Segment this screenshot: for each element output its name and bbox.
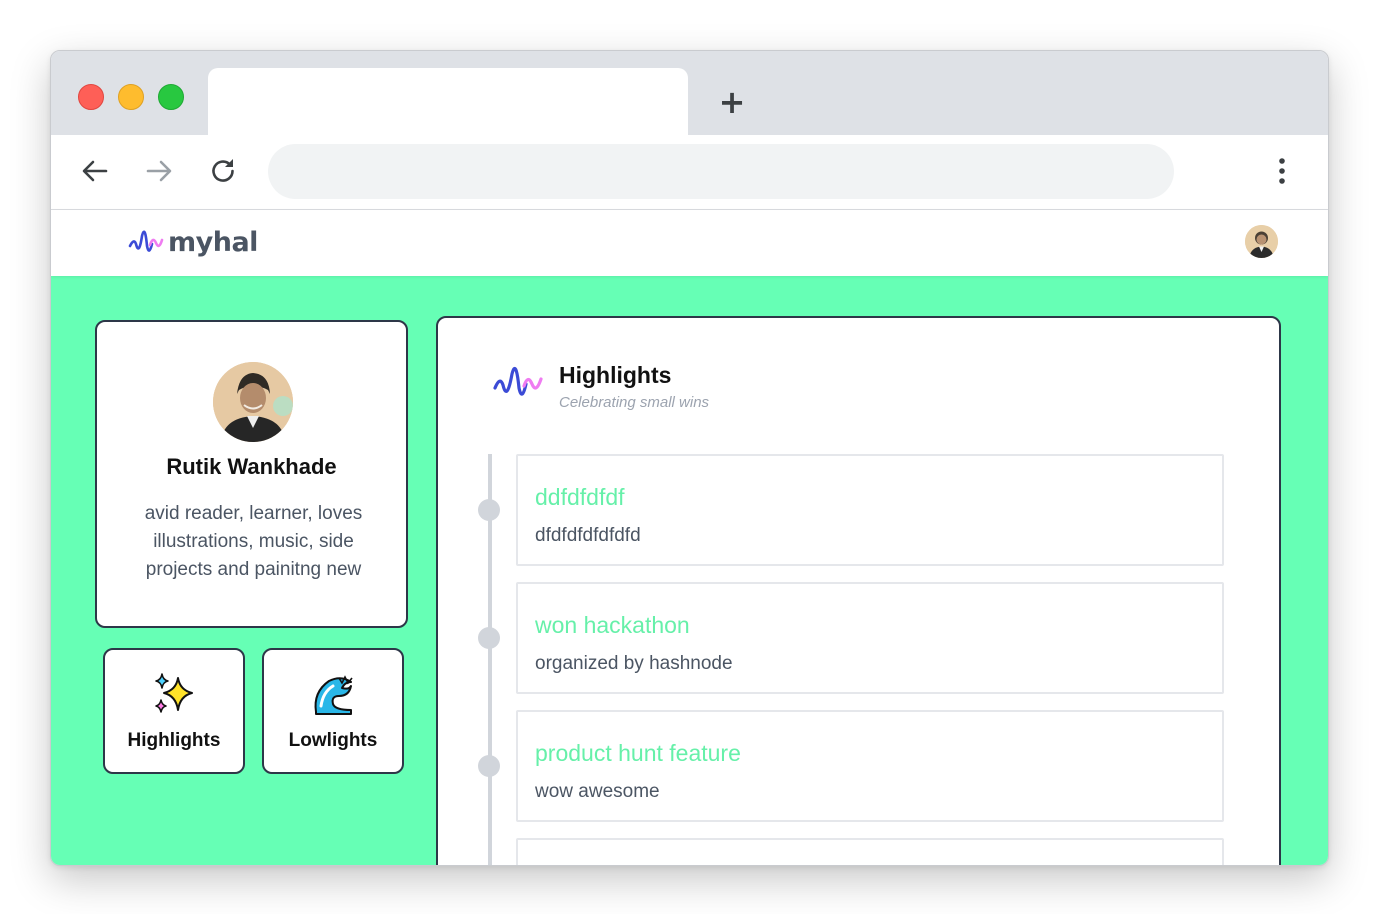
entry-description: organized by hashnode (535, 653, 733, 674)
highlights-card-button[interactable]: Highlights (103, 648, 245, 774)
profile-photo (213, 362, 293, 442)
panel-subtitle: Celebrating small wins (559, 394, 710, 411)
app-header: myhal (51, 210, 1328, 276)
browser-window: + myhal Rutik Wankhade avid reader, lear… (50, 50, 1329, 866)
timeline-dot (478, 499, 500, 521)
user-avatar-image (1245, 225, 1278, 258)
forward-arrow-icon (146, 160, 172, 182)
timeline-entry[interactable] (516, 838, 1224, 865)
highlights-card-label: Highlights (127, 730, 221, 751)
wave-icon (314, 675, 353, 715)
browser-menu-button[interactable] (1269, 155, 1295, 187)
active-tab[interactable] (208, 68, 688, 135)
address-bar[interactable] (268, 144, 1174, 199)
maximize-window-button[interactable] (158, 84, 184, 110)
profile-name: Rutik Wankhade (166, 454, 337, 479)
brand-logo[interactable]: myhal (128, 226, 258, 258)
timeline-dot (478, 627, 500, 649)
timeline-dot (478, 755, 500, 777)
back-arrow-icon (82, 160, 108, 182)
profile-avatar (213, 362, 293, 442)
profile-bio: avid reader, learner, loves illustration… (144, 503, 363, 580)
user-avatar[interactable] (1245, 225, 1278, 258)
new-tab-button[interactable]: + (715, 85, 749, 119)
forward-button[interactable] (142, 154, 176, 188)
tab-strip: + (51, 51, 1328, 135)
entry-title: ddfdfdfdf (535, 484, 625, 510)
highlights-panel: Highlights Celebrating small wins ddfdfd… (436, 316, 1281, 865)
app-body: Rutik Wankhade avid reader, learner, lov… (51, 276, 1328, 865)
sparkles-icon (155, 673, 193, 713)
panel-title: Highlights (559, 362, 672, 388)
close-window-button[interactable] (78, 84, 104, 110)
brand-name: myhal (168, 226, 258, 258)
entry-description: dfdfdfdfdfdfd (535, 525, 641, 546)
minimize-window-button[interactable] (118, 84, 144, 110)
wave-logo-icon (128, 230, 164, 252)
more-vertical-icon (1279, 158, 1285, 184)
entry-description: wow awesome (535, 781, 660, 802)
entry-title: product hunt feature (535, 740, 741, 766)
timeline-entry[interactable]: product hunt feature wow awesome (516, 710, 1224, 822)
timeline-entry[interactable]: ddfdfdfdf dfdfdfdfdfdfd (516, 454, 1224, 566)
entry-title: won hackathon (535, 612, 690, 638)
reload-icon (212, 159, 234, 182)
back-button[interactable] (78, 154, 112, 188)
lowlights-card-label: Lowlights (288, 730, 378, 751)
profile-card: Rutik Wankhade avid reader, learner, lov… (95, 320, 408, 628)
timeline-entry[interactable]: won hackathon organized by hashnode (516, 582, 1224, 694)
lowlights-card-button[interactable]: Lowlights (262, 648, 404, 774)
wave-logo-icon (493, 366, 543, 396)
reload-button[interactable] (206, 154, 240, 188)
